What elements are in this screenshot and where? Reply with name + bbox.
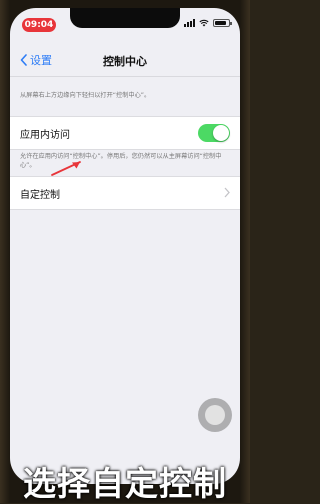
navigation-bar: 设置 控制中心	[10, 46, 240, 77]
intro-text: 从屏幕右上方边缘向下轻扫以打开“控制中心”。	[20, 92, 151, 99]
assistive-touch-button[interactable]	[198, 398, 232, 432]
wifi-icon	[199, 19, 209, 27]
signal-icon	[184, 19, 195, 27]
toggle-knob	[213, 125, 229, 141]
access-within-apps-row: 应用内访问	[10, 116, 240, 150]
battery-icon	[213, 19, 232, 27]
notch	[70, 8, 180, 28]
customize-controls-row[interactable]: 自定控制	[10, 176, 240, 210]
assistive-touch-dot	[205, 405, 225, 425]
phone-frame: 09:04 设置 控制中心 从屏幕右上方边缘向下轻扫以打开“控制中心”。 应用内…	[0, 0, 250, 503]
access-within-apps-toggle[interactable]	[198, 124, 230, 142]
system-icons	[184, 19, 232, 27]
access-within-apps-label: 应用内访问	[20, 130, 70, 141]
caption-overlay: 选择自定控制	[23, 464, 227, 503]
annotation-arrow	[51, 161, 81, 176]
customize-controls-label: 自定控制	[20, 190, 60, 201]
phone-screen: 09:04 设置 控制中心 从屏幕右上方边缘向下轻扫以打开“控制中心”。 应用内…	[10, 8, 240, 484]
status-time: 09:04	[22, 18, 56, 32]
page-title: 控制中心	[103, 55, 147, 68]
chevron-right-icon	[224, 187, 230, 198]
